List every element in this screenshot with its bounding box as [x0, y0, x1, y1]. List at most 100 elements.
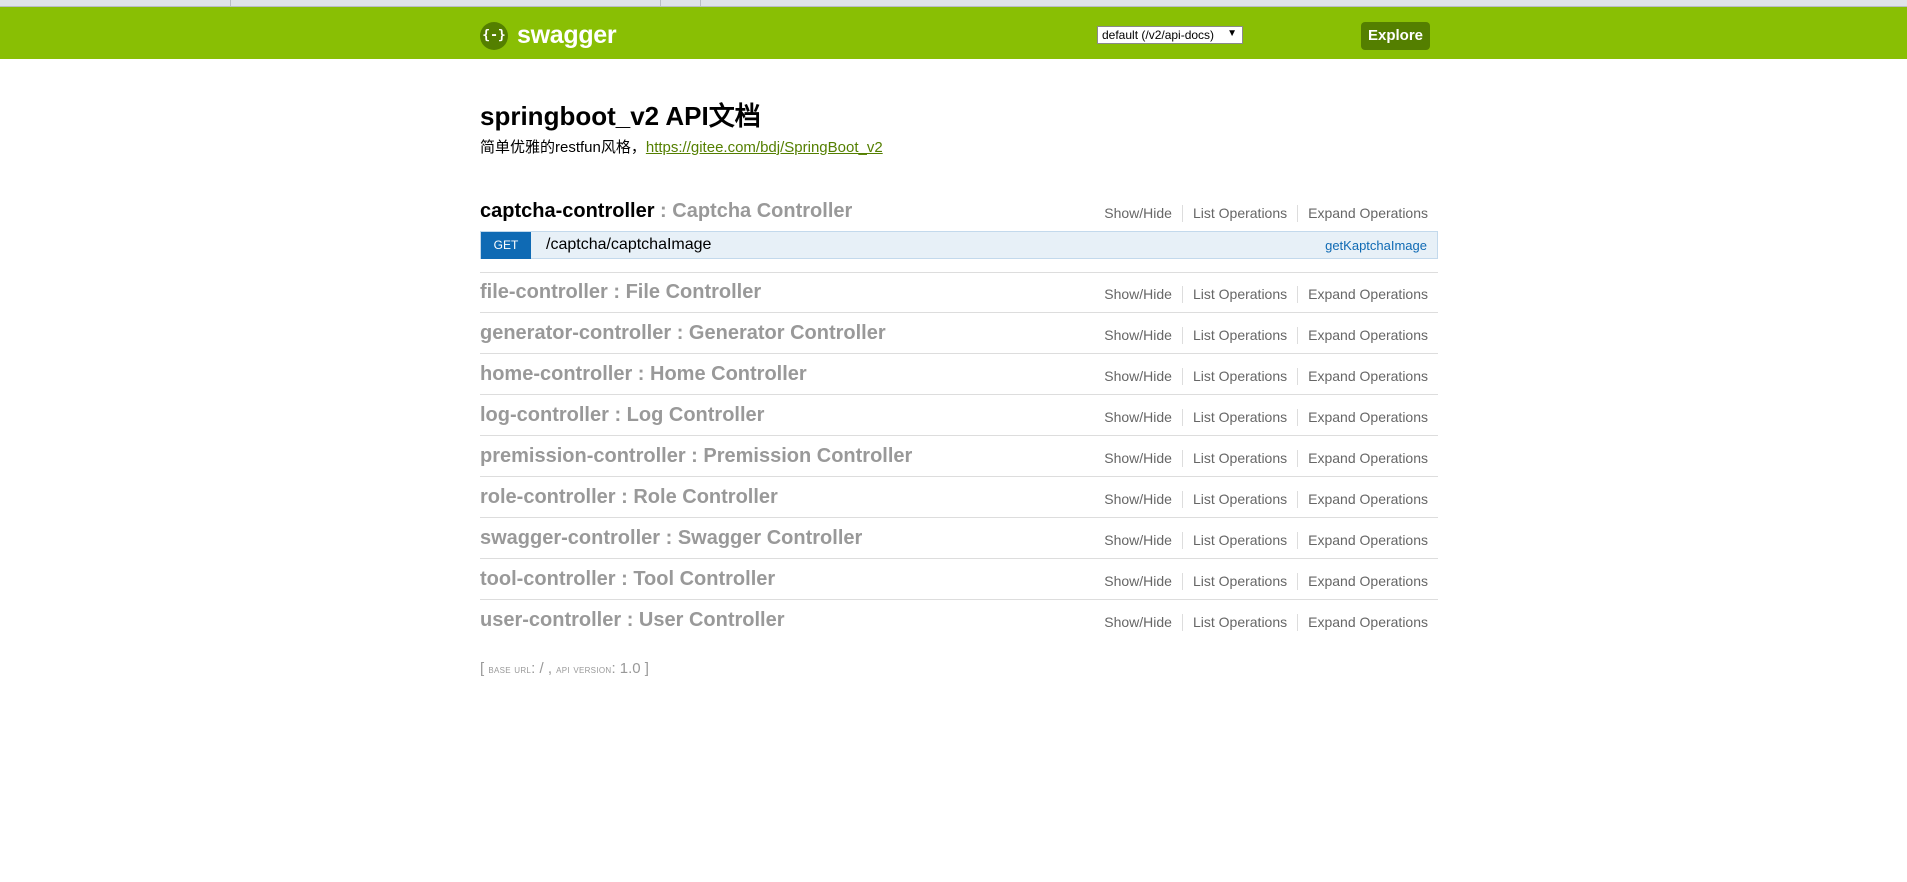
expand-operations-link[interactable]: Expand Operations: [1298, 286, 1428, 303]
browser-tab-strip: [0, 0, 1907, 7]
resource-heading[interactable]: user-controller : User Controller: [480, 609, 785, 632]
http-method-badge[interactable]: GET: [481, 232, 531, 259]
resource-path[interactable]: role-controller: [480, 486, 616, 508]
resource-heading[interactable]: file-controller : File Controller: [480, 281, 761, 304]
resource-links: Show/Hide List Operations Expand Operation…: [1094, 450, 1428, 467]
show-hide-link[interactable]: Show/Hide: [1094, 368, 1183, 385]
api-description-link[interactable]: https://gitee.com/bdj/SpringBoot_v2: [646, 139, 883, 156]
expand-operations-link[interactable]: Expand Operations: [1298, 205, 1428, 222]
expand-operations-link[interactable]: Expand Operations: [1298, 327, 1428, 344]
resource-role-controller: role-controller : Role Controller Show/H…: [480, 486, 1438, 518]
swagger-header: {-} swagger default (/v2/api-docs) ▼ Exp…: [0, 7, 1907, 59]
resource-path[interactable]: premission-controller: [480, 445, 686, 467]
list-operations-link[interactable]: List Operations: [1183, 614, 1299, 631]
browser-tab[interactable]: [0, 0, 231, 6]
expand-operations-link[interactable]: Expand Operations: [1298, 614, 1428, 631]
browser-tab[interactable]: [230, 0, 661, 6]
resource-path[interactable]: tool-controller: [480, 568, 616, 590]
resource-heading[interactable]: generator-controller : Generator Control…: [480, 322, 886, 345]
resource-description: : Generator Controller: [671, 322, 886, 344]
resource-file-controller: file-controller : File Controller Show/H…: [480, 281, 1438, 313]
resource-links: Show/Hide List Operations Expand Operation…: [1094, 368, 1428, 385]
resource-user-controller: user-controller : User Controller Show/H…: [480, 609, 1438, 640]
resource-heading[interactable]: tool-controller : Tool Controller: [480, 568, 775, 591]
list-operations-link[interactable]: List Operations: [1183, 450, 1299, 467]
expand-operations-link[interactable]: Expand Operations: [1298, 532, 1428, 549]
resource-path[interactable]: swagger-controller: [480, 527, 660, 549]
resource-path[interactable]: log-controller: [480, 404, 609, 426]
resource-path[interactable]: user-controller: [480, 609, 621, 631]
show-hide-link[interactable]: Show/Hide: [1094, 409, 1183, 426]
resource-path[interactable]: captcha-controller: [480, 200, 654, 222]
resource-path[interactable]: generator-controller: [480, 322, 671, 344]
resource-links: Show/Hide List Operations Expand Operation…: [1094, 573, 1428, 590]
api-spec-select[interactable]: default (/v2/api-docs) ▼: [1097, 26, 1243, 44]
expand-operations-link[interactable]: Expand Operations: [1298, 491, 1428, 508]
swagger-logo-icon: {-}: [480, 21, 508, 50]
resource-description: : Tool Controller: [615, 568, 776, 590]
footer-close-bracket: ]: [640, 660, 649, 677]
list-operations-link[interactable]: List Operations: [1183, 573, 1299, 590]
resource-path[interactable]: file-controller: [480, 281, 608, 303]
base-url-label: base url: [488, 664, 532, 676]
base-url-value: : / ,: [531, 660, 557, 677]
operation-get-captcha-image[interactable]: GET /captcha/captchaImage getKaptchaImag…: [480, 231, 1438, 259]
show-hide-link[interactable]: Show/Hide: [1094, 573, 1183, 590]
list-operations-link[interactable]: List Operations: [1183, 409, 1299, 426]
resource-heading[interactable]: role-controller : Role Controller: [480, 486, 778, 509]
list-operations-link[interactable]: List Operations: [1183, 286, 1299, 303]
expand-operations-link[interactable]: Expand Operations: [1298, 573, 1428, 590]
show-hide-link[interactable]: Show/Hide: [1094, 450, 1183, 467]
resource-description: : Swagger Controller: [660, 527, 863, 549]
show-hide-link[interactable]: Show/Hide: [1094, 286, 1183, 303]
resource-home-controller: home-controller : Home Controller Show/H…: [480, 363, 1438, 395]
expand-operations-link[interactable]: Expand Operations: [1298, 368, 1428, 385]
resource-heading[interactable]: log-controller : Log Controller: [480, 404, 764, 427]
operation-path[interactable]: /captcha/captchaImage: [546, 236, 711, 254]
resource-heading[interactable]: home-controller : Home Controller: [480, 363, 807, 386]
resource-links: Show/Hide List Operations Expand Operation…: [1094, 286, 1428, 303]
list-operations-link[interactable]: List Operations: [1183, 491, 1299, 508]
resource-generator-controller: generator-controller : Generator Control…: [480, 322, 1438, 354]
show-hide-link[interactable]: Show/Hide: [1094, 491, 1183, 508]
swagger-logo-text: swagger: [517, 21, 617, 49]
show-hide-link[interactable]: Show/Hide: [1094, 614, 1183, 631]
resource-path[interactable]: home-controller: [480, 363, 632, 385]
resource-swagger-controller: swagger-controller : Swagger Controller …: [480, 527, 1438, 559]
expand-operations-link[interactable]: Expand Operations: [1298, 409, 1428, 426]
resource-links: Show/Hide List Operations Expand Operation…: [1094, 327, 1428, 344]
resource-links: Show/Hide List Operations Expand Operati…: [1094, 205, 1428, 222]
explore-button[interactable]: Explore: [1361, 22, 1430, 50]
swagger-logo[interactable]: {-} swagger: [480, 21, 617, 50]
resource-links: Show/Hide List Operations Expand Operation…: [1094, 614, 1428, 631]
list-operations-link[interactable]: List Operations: [1183, 205, 1299, 222]
resource-tool-controller: tool-controller : Tool Controller Show/H…: [480, 568, 1438, 600]
resource-heading[interactable]: premission-controller : Premission Contr…: [480, 445, 912, 468]
show-hide-link[interactable]: Show/Hide: [1094, 327, 1183, 344]
resource-description: : Role Controller: [615, 486, 778, 508]
list-operations-link[interactable]: List Operations: [1183, 532, 1299, 549]
api-version-value: : 1.0: [611, 660, 641, 677]
list-operations-link[interactable]: List Operations: [1183, 327, 1299, 344]
resource-links: Show/Hide List Operations Expand Operation…: [1094, 491, 1428, 508]
expand-operations-link[interactable]: Expand Operations: [1298, 450, 1428, 467]
api-version-label: api version: [556, 664, 612, 676]
resource-heading[interactable]: swagger-controller : Swagger Controller: [480, 527, 862, 550]
browser-tab[interactable]: [660, 0, 701, 6]
resource-log-controller: log-controller : Log Controller Show/Hid…: [480, 404, 1438, 436]
resource-heading[interactable]: captcha-controller : Captcha Controller: [480, 200, 852, 223]
resource-description: : Home Controller: [632, 363, 807, 385]
api-footer: [ base url: / , api version: 1.0 ]: [480, 660, 649, 677]
list-operations-link[interactable]: List Operations: [1183, 368, 1299, 385]
api-description-text: 简单优雅的restfun风格，: [480, 139, 646, 156]
resource-description: : Captcha Controller: [654, 200, 853, 222]
resource-description: : Log Controller: [608, 404, 765, 426]
resource-description: : File Controller: [607, 281, 762, 303]
dropdown-arrow-icon: ▼: [1227, 28, 1237, 39]
operation-summary[interactable]: getKaptchaImage: [1325, 238, 1427, 253]
resource-links: Show/Hide List Operations Expand Operation…: [1094, 532, 1428, 549]
api-title: springboot_v2 API文档: [480, 101, 761, 131]
show-hide-link[interactable]: Show/Hide: [1094, 532, 1183, 549]
show-hide-link[interactable]: Show/Hide: [1094, 205, 1183, 222]
api-spec-select-value: default (/v2/api-docs): [1102, 28, 1215, 42]
